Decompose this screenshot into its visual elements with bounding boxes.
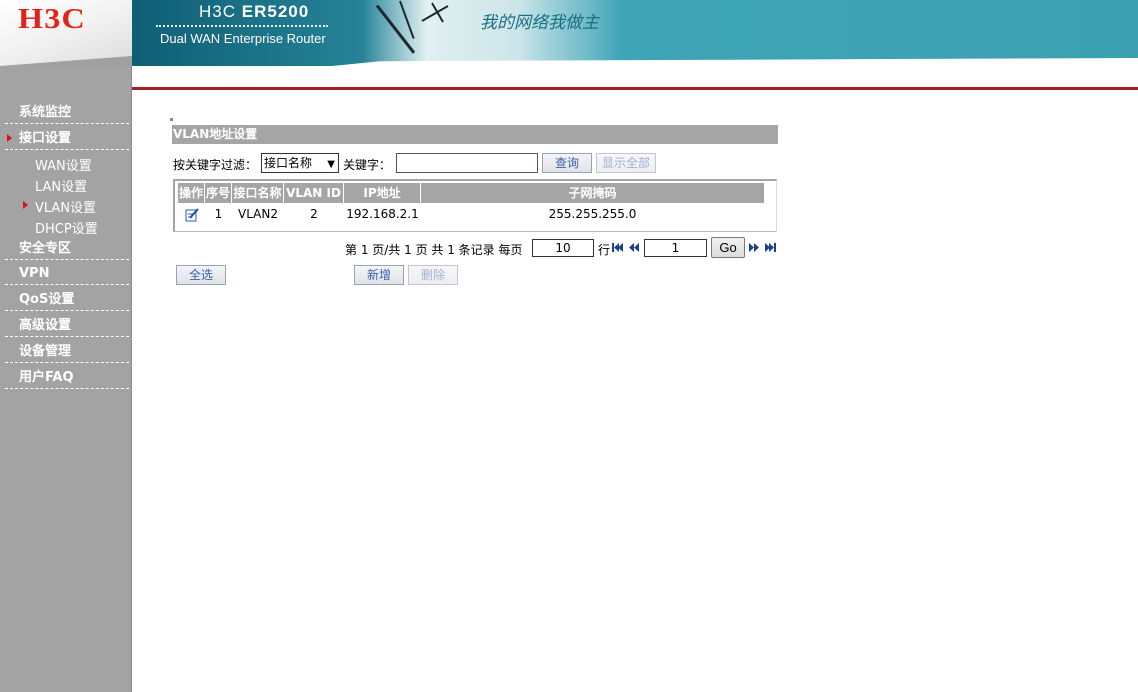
sidebar-item-vpn[interactable]: VPN xyxy=(5,259,129,285)
active-arrow-icon xyxy=(7,134,12,142)
go-button[interactable]: Go xyxy=(711,237,745,258)
brand-slogan: 我的网络我做主 xyxy=(480,13,599,33)
sidebar: 系统监控 接口设置 WAN设置 LAN设置 VLAN设置 DHCP设置 安全专区… xyxy=(0,66,132,692)
sidebar-item-label: 设备管理 xyxy=(19,344,72,359)
search-button[interactable]: 查询 xyxy=(542,153,592,173)
filter-label: 按关键字过滤： xyxy=(173,158,258,172)
header-banner: H3C ER5200 Dual WAN Enterprise Router 我的… xyxy=(132,0,1138,66)
logo-area: H3C xyxy=(0,0,132,66)
product-name: H3C ER5200 xyxy=(199,2,309,22)
sidebar-subitem-lan[interactable]: LAN设置 xyxy=(35,176,87,195)
sidebar-item-advanced[interactable]: 高级设置 xyxy=(5,311,129,337)
sidebar-item-device[interactable]: 设备管理 xyxy=(5,337,129,363)
cell-interface-name: VLAN2 xyxy=(238,207,278,221)
active-arrow-icon xyxy=(23,201,28,209)
header-accent-line xyxy=(132,87,1138,90)
select-all-button[interactable]: 全选 xyxy=(176,265,226,285)
sidebar-item-faq[interactable]: 用户FAQ xyxy=(5,363,129,389)
column-header: IP地址 xyxy=(344,183,421,203)
column-header: 操作 xyxy=(178,183,205,203)
sidebar-subitem-wan[interactable]: WAN设置 xyxy=(35,155,92,174)
chevron-down-icon: ▼ xyxy=(327,159,335,170)
page-info: 第 1 页/共 1 页 共 1 条记录 每页 xyxy=(345,243,523,257)
next-page-icon[interactable] xyxy=(749,243,759,252)
delete-button[interactable]: 删除 xyxy=(408,265,458,285)
keyword-input[interactable] xyxy=(396,153,538,173)
table-header: 操作 序号 接口名称 VLAN ID IP地址 子网掩码 xyxy=(178,183,764,203)
column-header: 序号 xyxy=(205,183,232,203)
column-header: VLAN ID xyxy=(284,183,344,203)
sidebar-item-interface[interactable]: 接口设置 xyxy=(5,124,129,150)
sidebar-item-qos[interactable]: QoS设置 xyxy=(5,285,129,311)
page-title: VLAN地址设置 xyxy=(172,125,778,144)
vlan-table: 操作 序号 接口名称 VLAN ID IP地址 子网掩码 1 VLAN2 2 1… xyxy=(173,179,777,232)
sidebar-item-label: 安全专区 xyxy=(19,241,72,256)
sidebar-item-monitor[interactable]: 系统监控 xyxy=(5,98,129,124)
cell-vlan-id: 2 xyxy=(310,207,318,221)
column-header: 接口名称 xyxy=(232,183,284,203)
sidebar-item-label: QoS设置 xyxy=(19,292,75,307)
per-page-input[interactable]: 10 xyxy=(532,239,594,257)
prev-page-icon[interactable] xyxy=(629,243,639,252)
sidebar-subitem-vlan[interactable]: VLAN设置 xyxy=(35,197,96,216)
filter-field-value: 接口名称 xyxy=(264,156,313,170)
header: H3C H3C ER5200 Dual WAN Enterprise Route… xyxy=(0,0,1138,66)
cell-subnet-mask: 255.255.255.0 xyxy=(548,207,637,221)
product-brand: H3C xyxy=(199,2,237,21)
add-button[interactable]: 新增 xyxy=(354,265,404,285)
cell-seq: 1 xyxy=(214,207,223,221)
sidebar-item-label: 接口设置 xyxy=(19,131,72,146)
sidebar-item-label: VPN xyxy=(19,266,50,281)
page-number-input[interactable]: 1 xyxy=(644,239,707,257)
show-all-button[interactable]: 显示全部 xyxy=(596,153,656,173)
column-header: 子网掩码 xyxy=(568,186,617,200)
cell-ip-address: 192.168.2.1 xyxy=(346,207,419,221)
sidebar-item-label: 系统监控 xyxy=(19,105,72,120)
rows-label: 行 xyxy=(598,243,611,257)
product-model: ER5200 xyxy=(241,2,310,21)
h3c-logo: H3C xyxy=(18,4,86,35)
filter-field-select[interactable]: 接口名称 ▼ xyxy=(261,153,339,173)
sidebar-item-label: 高级设置 xyxy=(19,318,72,333)
sidebar-item-security[interactable]: 安全专区 xyxy=(5,234,129,260)
sidebar-item-label: 用户FAQ xyxy=(19,370,74,385)
keyword-label: 关键字： xyxy=(343,158,392,172)
first-page-icon[interactable] xyxy=(612,243,623,252)
edit-icon[interactable] xyxy=(185,208,199,222)
last-page-icon[interactable] xyxy=(765,243,776,252)
product-tagline: Dual WAN Enterprise Router xyxy=(160,31,326,46)
header-divider xyxy=(156,25,328,27)
